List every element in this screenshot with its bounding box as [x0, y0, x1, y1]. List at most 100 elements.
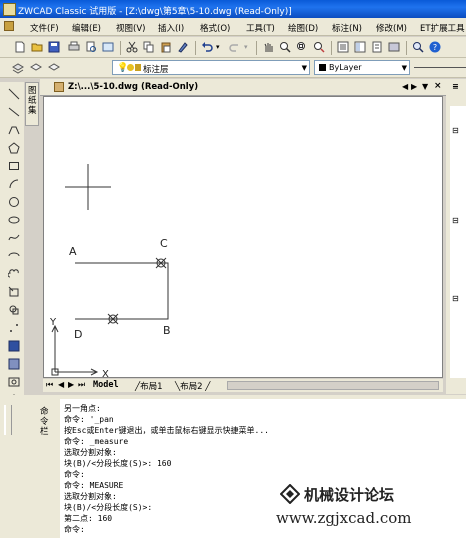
polyline-icon[interactable]	[8, 124, 20, 136]
collapse-icon[interactable]: ⊟	[452, 126, 459, 135]
undo-dropdown-icon[interactable]: ▾	[216, 43, 220, 51]
print-preview-icon[interactable]	[85, 41, 97, 53]
properties-icon[interactable]	[337, 41, 349, 53]
polyline-object[interactable]	[75, 262, 169, 320]
current-layer-name: 标注层	[143, 65, 169, 75]
linetype-preview[interactable]	[414, 67, 466, 68]
document-header: Z:\...\5-10.dwg (Read-Only) ◀ ▶ ▼ ×	[40, 79, 446, 96]
tab-layout2[interactable]: ╲布局2 ╱	[175, 380, 210, 392]
layer-unlock-icon[interactable]	[135, 64, 141, 71]
help-icon[interactable]: ?	[429, 41, 441, 53]
revcloud-icon[interactable]	[8, 268, 20, 280]
insert-block-icon[interactable]	[8, 286, 20, 298]
document-icon[interactable]	[4, 21, 14, 31]
menu-insert[interactable]: 插入(I)	[158, 22, 184, 34]
undo-icon[interactable]	[201, 41, 213, 53]
zoom-previous-icon[interactable]	[313, 41, 325, 53]
document-title: Z:\...\5-10.dwg (Read-Only)	[68, 82, 199, 92]
menu-et-tools[interactable]: ET扩展工具	[420, 22, 465, 34]
collapse-icon[interactable]: ⊟	[452, 216, 459, 225]
redo-icon[interactable]	[229, 41, 241, 53]
close-icon[interactable]: ×	[434, 81, 442, 91]
arc-icon[interactable]	[8, 178, 20, 190]
print-icon[interactable]	[68, 41, 80, 53]
ellipse-arc-icon[interactable]	[8, 250, 20, 262]
point-label-a: A	[69, 245, 77, 258]
polygon-icon[interactable]	[8, 142, 20, 154]
command-line: 第二点: 160	[64, 514, 113, 523]
gradient-icon[interactable]	[8, 358, 20, 370]
menu-dimension[interactable]: 标注(N)	[332, 22, 362, 34]
layer-dropdown[interactable]: 💡 标注层 ▼	[112, 60, 310, 75]
command-line: 命令:	[64, 525, 85, 534]
axis-label-y: Y	[49, 317, 57, 328]
point-icon[interactable]	[8, 322, 20, 334]
chevron-down-icon[interactable]: ▼	[302, 64, 307, 72]
menu-modify[interactable]: 修改(M)	[376, 22, 407, 34]
open-folder-icon[interactable]	[31, 41, 43, 53]
crosshair-cursor	[65, 164, 111, 210]
window-title: ZWCAD Classic 试用版 - [Z:\dwg\第5章\5-10.dwg…	[18, 7, 292, 17]
design-center-icon[interactable]	[354, 41, 366, 53]
prev-tab-icon[interactable]: ◀	[58, 380, 64, 389]
menu-format[interactable]: 格式(O)	[200, 22, 230, 34]
publish-icon[interactable]	[102, 41, 114, 53]
tool-palettes-icon[interactable]	[371, 41, 383, 53]
menu-view[interactable]: 视图(V)	[116, 22, 145, 34]
layer-previous-icon[interactable]	[30, 62, 42, 74]
layer-manager-icon[interactable]	[12, 62, 24, 74]
zoom-realtime-icon[interactable]	[279, 41, 291, 53]
standard-toolbar: ▾ ▾ ?	[0, 37, 466, 58]
chevron-down-icon[interactable]: ▼	[402, 64, 407, 72]
doc-menu-chevron-down-icon[interactable]: ▼	[422, 82, 428, 91]
tab-model[interactable]: Model	[93, 380, 119, 390]
circle-icon[interactable]	[8, 196, 20, 208]
command-line: 块(B)/<分段长度(S)>: 160	[64, 459, 172, 468]
first-tab-icon[interactable]: ⏮	[46, 380, 53, 390]
cut-icon[interactable]	[126, 41, 138, 53]
region-icon[interactable]	[8, 376, 20, 388]
pan-icon[interactable]	[262, 41, 274, 53]
menu-file[interactable]: 文件(F)	[30, 22, 59, 34]
sheet-set-icon[interactable]	[388, 41, 400, 53]
menu-tools[interactable]: 工具(T)	[246, 22, 275, 34]
paste-icon[interactable]	[160, 41, 172, 53]
drawing-canvas[interactable]: A C B D Y X	[43, 96, 443, 378]
menu-draw[interactable]: 绘图(D)	[288, 22, 318, 34]
drawing-area[interactable]: A C B D Y X	[44, 97, 442, 377]
zoom-icon[interactable]	[412, 41, 424, 53]
save-icon[interactable]	[48, 41, 60, 53]
rectangle-icon[interactable]	[8, 160, 20, 172]
collapse-icon[interactable]: ⊟	[452, 294, 459, 303]
point-label-b: B	[163, 324, 171, 337]
spline-icon[interactable]	[8, 232, 20, 244]
command-line: 命令: MEASURE	[64, 481, 124, 490]
prev-doc-icon[interactable]: ◀	[402, 82, 408, 91]
point-label-d: D	[74, 328, 82, 341]
measure-point-marker[interactable]	[107, 313, 119, 325]
line-icon[interactable]	[8, 88, 20, 100]
measure-point-marker[interactable]	[155, 257, 167, 269]
next-doc-icon[interactable]: ▶	[411, 82, 417, 91]
tab-layout1[interactable]: ╱布局1	[135, 380, 163, 392]
next-tab-icon[interactable]: ▶	[68, 380, 74, 389]
new-file-icon[interactable]	[14, 41, 26, 53]
panel-menu-icon[interactable]: ≡	[452, 82, 459, 91]
horizontal-scrollbar[interactable]	[227, 381, 439, 390]
last-tab-icon[interactable]: ⏭	[78, 380, 85, 390]
color-dropdown[interactable]: ByLayer ▼	[314, 60, 410, 75]
sheet-set-tab[interactable]: 图纸集	[25, 82, 39, 126]
ellipse-icon[interactable]	[8, 214, 20, 226]
menu-edit[interactable]: 编辑(E)	[72, 22, 101, 34]
app-icon	[3, 3, 16, 16]
copy-icon[interactable]	[143, 41, 155, 53]
redo-dropdown-icon[interactable]: ▾	[244, 43, 248, 51]
xline-icon[interactable]	[8, 106, 20, 118]
match-properties-icon[interactable]	[177, 41, 189, 53]
hatch-icon[interactable]	[8, 340, 20, 352]
layer-states-icon[interactable]	[48, 62, 60, 74]
command-grip[interactable]	[4, 405, 12, 435]
layer-thaw-icon[interactable]	[127, 64, 134, 71]
zoom-window-icon[interactable]	[296, 41, 308, 53]
make-block-icon[interactable]	[8, 304, 20, 316]
